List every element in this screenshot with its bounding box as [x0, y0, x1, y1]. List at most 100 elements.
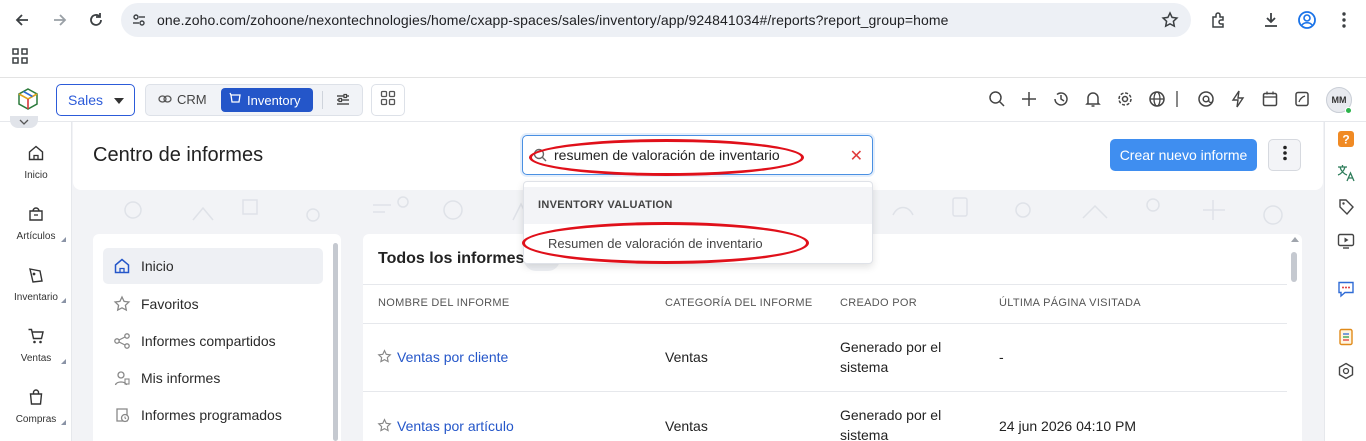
scroll-up-arrow-icon[interactable]: [1291, 237, 1299, 242]
calendar-icon[interactable]: [1260, 89, 1280, 109]
gear-icon[interactable]: [1115, 89, 1135, 109]
panel-scrollbar[interactable]: [333, 243, 338, 441]
sidebar-item-inicio[interactable]: Inicio: [103, 248, 323, 284]
report-name-link[interactable]: Ventas por cliente: [397, 347, 508, 367]
address-bar[interactable]: one.zoho.com/zohoone/nexontechnologies/h…: [121, 3, 1191, 37]
result-group-label: INVENTORY VALUATION: [538, 199, 673, 211]
report-category: Ventas: [665, 418, 708, 434]
sidebar-item-label: Favoritos: [141, 296, 199, 312]
extensions-icon[interactable]: [1206, 8, 1230, 32]
box-icon: [0, 205, 72, 225]
lightning-icon[interactable]: [1228, 89, 1248, 109]
nav-item-articulos[interactable]: Artículos: [0, 205, 72, 242]
table-scroll-thumb[interactable]: [1291, 252, 1297, 282]
reload-icon[interactable]: [84, 8, 108, 32]
nav-item-compras[interactable]: Compras: [0, 388, 72, 425]
sidebar-item-label: Mis informes: [141, 370, 221, 386]
sidebar-item-label: Informes compartidos: [141, 333, 276, 349]
expand-corner-icon: [61, 359, 66, 364]
app-top-bar: Sales CRM Inventory MM: [0, 78, 1366, 122]
divider: [1172, 89, 1182, 109]
favorite-star-icon[interactable]: [377, 349, 392, 369]
browser-menu-icon[interactable]: [1332, 8, 1356, 32]
download-icon[interactable]: [1259, 8, 1283, 32]
report-last-visited: -: [999, 349, 1004, 365]
svg-text:?: ?: [1342, 133, 1349, 147]
nav-item-inventario[interactable]: Inventario: [0, 266, 72, 303]
column-header-category[interactable]: CATEGORÍA DEL INFORME: [665, 297, 812, 309]
sidebar-item-favoritos[interactable]: Favoritos: [103, 286, 323, 322]
search-icon[interactable]: [987, 89, 1007, 109]
bell-icon[interactable]: [1083, 89, 1103, 109]
annotation-ellipse-search: [529, 139, 804, 176]
more-options-button[interactable]: [1268, 139, 1301, 171]
sidebar-item-compartidos[interactable]: Informes compartidos: [103, 323, 323, 359]
online-status-dot: [1345, 107, 1352, 114]
kebab-menu-icon: [1282, 145, 1287, 166]
page-title: Centro de informes: [93, 144, 264, 166]
report-last-visited: 24 jun 2026 04:10 PM: [999, 418, 1136, 434]
sliders-icon[interactable]: [335, 92, 351, 113]
translate-icon[interactable]: [1335, 162, 1357, 184]
url-text: one.zoho.com/zohoone/nexontechnologies/h…: [157, 12, 949, 28]
history-icon[interactable]: [1051, 89, 1071, 109]
notebook-icon[interactable]: [1335, 326, 1357, 348]
nav-item-ventas[interactable]: Ventas: [0, 327, 72, 364]
expand-corner-icon: [61, 420, 66, 425]
crm-tab[interactable]: CRM: [158, 92, 207, 107]
column-header-name[interactable]: NOMBRE DEL INFORME: [378, 297, 510, 309]
app-switcher: CRM Inventory: [145, 84, 363, 116]
crm-tab-label: CRM: [177, 92, 207, 107]
star-icon: [103, 295, 141, 313]
video-icon[interactable]: [1335, 230, 1357, 252]
report-category: Ventas: [665, 349, 708, 365]
nav-item-inicio[interactable]: Inicio: [0, 144, 72, 181]
create-report-button[interactable]: Crear nuevo informe: [1110, 139, 1257, 171]
notes-icon[interactable]: [1292, 89, 1312, 109]
annotation-ellipse-result: [522, 222, 809, 264]
inventory-tab[interactable]: Inventory: [221, 88, 313, 112]
sidebar-item-programados[interactable]: Informes programados: [103, 397, 323, 433]
collapse-chevron-icon[interactable]: [10, 116, 38, 128]
clear-search-icon[interactable]: ✕: [850, 146, 863, 166]
column-header-created-by[interactable]: CREADO POR: [840, 297, 917, 309]
sidebar-item-label: Inicio: [141, 258, 174, 274]
chat-icon[interactable]: [1335, 278, 1357, 300]
link-icon: [158, 92, 172, 107]
cart-icon: [0, 327, 72, 347]
inventory-tab-icon: [229, 92, 242, 108]
space-select-label: Sales: [68, 92, 104, 108]
forward-icon[interactable]: [48, 8, 72, 32]
bag-icon: [0, 388, 72, 408]
mention-icon[interactable]: [1196, 89, 1216, 109]
space-select[interactable]: Sales: [56, 84, 135, 116]
column-header-last-visited[interactable]: ÚLTIMA PÁGINA VISITADA: [999, 297, 1141, 309]
bookmark-star-icon[interactable]: [1161, 11, 1179, 34]
divider: [322, 91, 323, 109]
grid-icon: [380, 90, 396, 111]
share-icon: [103, 332, 141, 350]
app-grid-button[interactable]: [371, 84, 405, 116]
report-name-link[interactable]: Ventas por artículo: [397, 416, 514, 436]
sidebar-item-mis-informes[interactable]: Mis informes: [103, 360, 323, 396]
globe-icon[interactable]: [1147, 89, 1167, 109]
tag-icon[interactable]: [1335, 196, 1357, 218]
hexagon-icon[interactable]: [1335, 360, 1357, 382]
back-icon[interactable]: [10, 8, 34, 32]
schedule-icon: [103, 406, 141, 424]
site-info-icon[interactable]: [131, 12, 147, 33]
browser-chrome: one.zoho.com/zohoone/nexontechnologies/h…: [0, 0, 1366, 78]
favorite-star-icon[interactable]: [377, 418, 392, 438]
home-icon: [0, 144, 72, 164]
plus-icon[interactable]: [1019, 89, 1039, 109]
nav-item-label: Inicio: [24, 170, 48, 181]
report-created-by: Generado por el: [840, 407, 942, 423]
profile-icon[interactable]: [1295, 8, 1319, 32]
zoho-inventory-logo-icon[interactable]: [16, 87, 40, 116]
expand-corner-icon: [61, 298, 66, 303]
help-icon[interactable]: ?: [1335, 128, 1357, 150]
inventory-tab-label: Inventory: [247, 92, 301, 108]
row-divider: [363, 391, 1287, 392]
sidebar-item-label: Informes programados: [141, 407, 282, 423]
apps-grid-icon[interactable]: [12, 48, 28, 69]
